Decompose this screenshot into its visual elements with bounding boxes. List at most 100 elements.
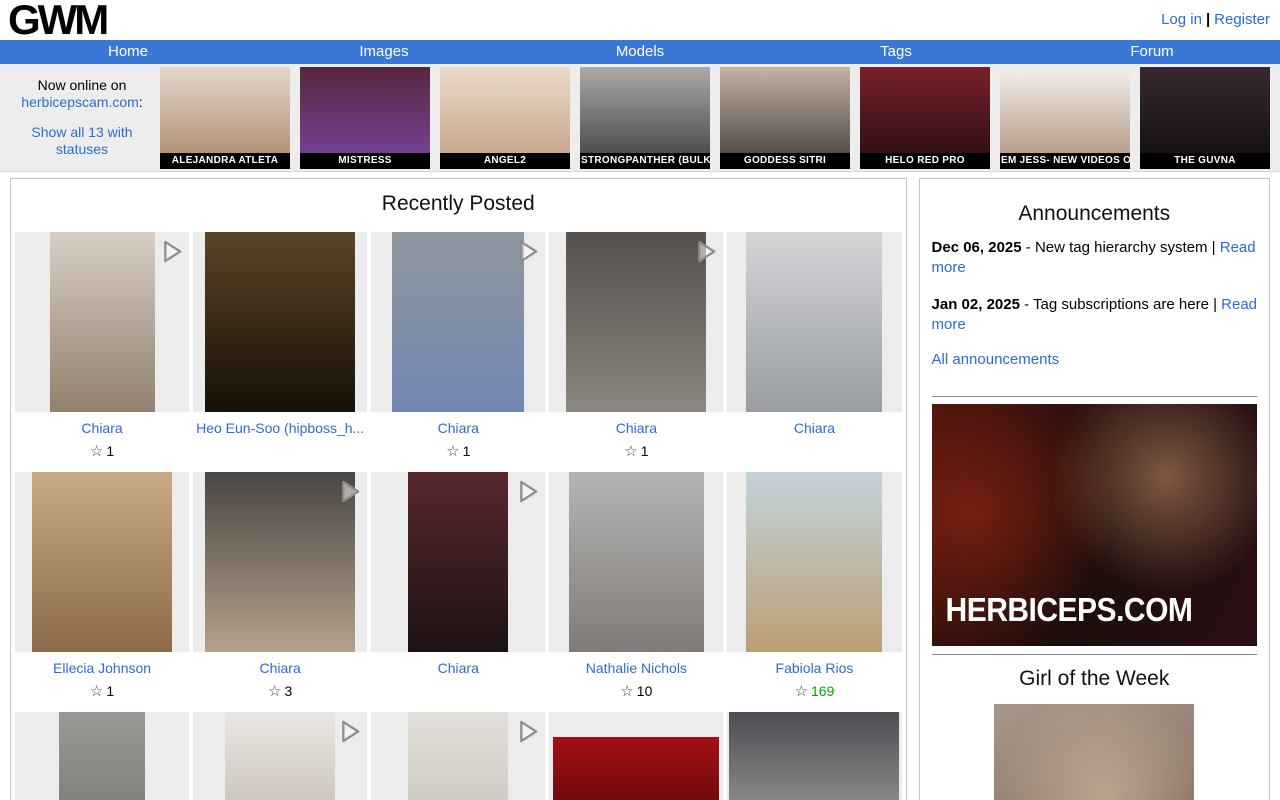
star-icon: ☆ (90, 683, 103, 700)
online-model-name: GODDESS SITRI (720, 153, 850, 169)
post-thumbnail[interactable] (549, 472, 723, 652)
post-thumbnail[interactable] (371, 712, 545, 800)
star-count: 3 (284, 683, 292, 699)
post-photo (59, 712, 145, 800)
post-item: ☆ (727, 712, 901, 800)
post-star-row: ☆1 (371, 442, 545, 459)
post-model-link[interactable]: Fabiola Rios (776, 660, 854, 676)
announcement-item: Dec 06, 2025 - New tag hierarchy system … (932, 238, 1257, 279)
post-photo (746, 472, 882, 652)
online-status-block: Now online on herbicepscam.com: Show all… (8, 77, 156, 159)
post-model-link[interactable]: Heo Eun-Soo (hipboss_h... (196, 420, 364, 436)
post-photo (408, 712, 508, 800)
announcements-list: Dec 06, 2025 - New tag hierarchy system … (932, 238, 1257, 335)
online-model-name: ALEJANDRA ATLETA (160, 153, 290, 169)
post-model-link[interactable]: Chiara (438, 420, 479, 436)
post-star-row: ☆10 (549, 682, 723, 699)
post-thumbnail[interactable] (193, 232, 367, 412)
online-model-thumb[interactable]: ALEJANDRA ATLETA (160, 67, 290, 169)
herbiceps-ad-banner[interactable]: HERBICEPS.COM (932, 404, 1257, 646)
post-item: Fabiola Rios ☆169 (727, 472, 901, 699)
star-icon: ☆ (620, 683, 633, 700)
post-model-link[interactable]: Chiara (438, 660, 479, 676)
star-icon: ☆ (90, 443, 103, 460)
post-model-link[interactable]: Chiara (81, 420, 122, 436)
online-model-thumb[interactable]: ANGEL2 (440, 67, 570, 169)
post-star-row: ☆1 (549, 442, 723, 459)
star-icon: ☆ (446, 443, 459, 460)
post-thumbnail[interactable] (15, 472, 189, 652)
post-thumbnail[interactable] (193, 472, 367, 652)
post-thumbnail[interactable] (193, 712, 367, 800)
post-star-row: ☆3 (193, 682, 367, 699)
register-link[interactable]: Register (1214, 11, 1270, 28)
nav-item[interactable]: Forum (1024, 40, 1280, 64)
nav-item[interactable]: Tags (768, 40, 1024, 64)
post-model-link[interactable]: Ellecia Johnson (53, 660, 151, 676)
post-star-row: ☆169 (727, 682, 901, 699)
post-photo (569, 472, 704, 652)
star-icon: ☆ (268, 683, 281, 700)
post-thumbnail[interactable] (727, 712, 901, 800)
content-area: Recently Posted Chiara ☆1 Heo Eun-Soo (h… (0, 172, 1280, 800)
post-model-name-row: Chiara (193, 660, 367, 677)
divider (932, 396, 1257, 397)
post-item: ☆ (371, 712, 545, 800)
post-item: Chiara ☆3 (193, 472, 367, 699)
play-icon (695, 238, 718, 265)
show-all-statuses-link[interactable]: Show all 13 with statuses (31, 124, 132, 158)
recently-posted-panel: Recently Posted Chiara ☆1 Heo Eun-Soo (h… (10, 178, 907, 800)
post-thumbnail[interactable] (549, 232, 723, 412)
post-thumbnail[interactable] (549, 712, 723, 800)
post-thumbnail[interactable] (371, 232, 545, 412)
post-thumbnail[interactable] (727, 472, 901, 652)
star-icon: ☆ (795, 683, 808, 700)
nav-item[interactable]: Images (256, 40, 512, 64)
online-model-thumb[interactable]: STRONGPANTHER (BULKIN (580, 67, 710, 169)
post-model-name-row: Nathalie Nichols (549, 660, 723, 677)
play-icon (339, 718, 362, 745)
post-photo (746, 232, 882, 412)
post-model-name-row: Heo Eun-Soo (hipboss_h... (193, 420, 367, 437)
post-item: Nathalie Nichols ☆10 (549, 472, 723, 699)
post-model-link[interactable]: Chiara (616, 420, 657, 436)
divider (932, 654, 1257, 655)
post-item: Chiara ☆1 (371, 232, 545, 459)
post-thumbnail[interactable] (15, 232, 189, 412)
post-model-link[interactable]: Chiara (260, 660, 301, 676)
online-model-thumb[interactable]: HELO RED PRO (860, 67, 990, 169)
online-prefix: Now online on (38, 77, 127, 93)
post-item: Chiara ☆1 (549, 232, 723, 459)
auth-links: Log in|Register (1161, 11, 1270, 28)
post-model-link[interactable]: Chiara (794, 420, 835, 436)
post-thumbnail[interactable] (15, 712, 189, 800)
post-item: Chiara ☆ (371, 472, 545, 699)
nav-item[interactable]: Models (512, 40, 768, 64)
announcement-date: Dec 06, 2025 (932, 239, 1022, 256)
post-item: Chiara ☆ (727, 232, 901, 459)
post-item: Heo Eun-Soo (hipboss_h... ☆ (193, 232, 367, 459)
login-link[interactable]: Log in (1161, 11, 1202, 28)
post-photo (408, 472, 508, 652)
online-model-thumb[interactable]: EM JESS- NEW VIDEOS ON (1000, 67, 1130, 169)
girl-of-week-image[interactable] (994, 704, 1194, 800)
post-model-link[interactable]: Nathalie Nichols (586, 660, 687, 676)
post-model-name-row: Chiara (549, 420, 723, 437)
post-item: ☆ (193, 712, 367, 800)
cam-site-link[interactable]: herbicepscam.com (21, 94, 139, 110)
star-count: 10 (637, 683, 653, 699)
post-thumbnail[interactable] (371, 472, 545, 652)
post-grid: Chiara ☆1 Heo Eun-Soo (hipboss_h... ☆ Ch… (11, 228, 906, 800)
online-model-name: STRONGPANTHER (BULKIN (580, 153, 710, 169)
star-count: 1 (641, 443, 649, 459)
all-announcements-link[interactable]: All announcements (932, 351, 1060, 368)
post-photo (392, 232, 524, 412)
online-model-thumb[interactable]: THE GUVNA (1140, 67, 1270, 169)
auth-separator: | (1206, 11, 1210, 28)
site-logo[interactable]: GWM (8, 0, 106, 44)
online-model-thumb[interactable]: MISTRESS (300, 67, 430, 169)
post-star-row: ☆1 (15, 442, 189, 459)
online-model-thumb[interactable]: GODDESS SITRI (720, 67, 850, 169)
post-star-row: ☆1 (15, 682, 189, 699)
post-thumbnail[interactable] (727, 232, 901, 412)
